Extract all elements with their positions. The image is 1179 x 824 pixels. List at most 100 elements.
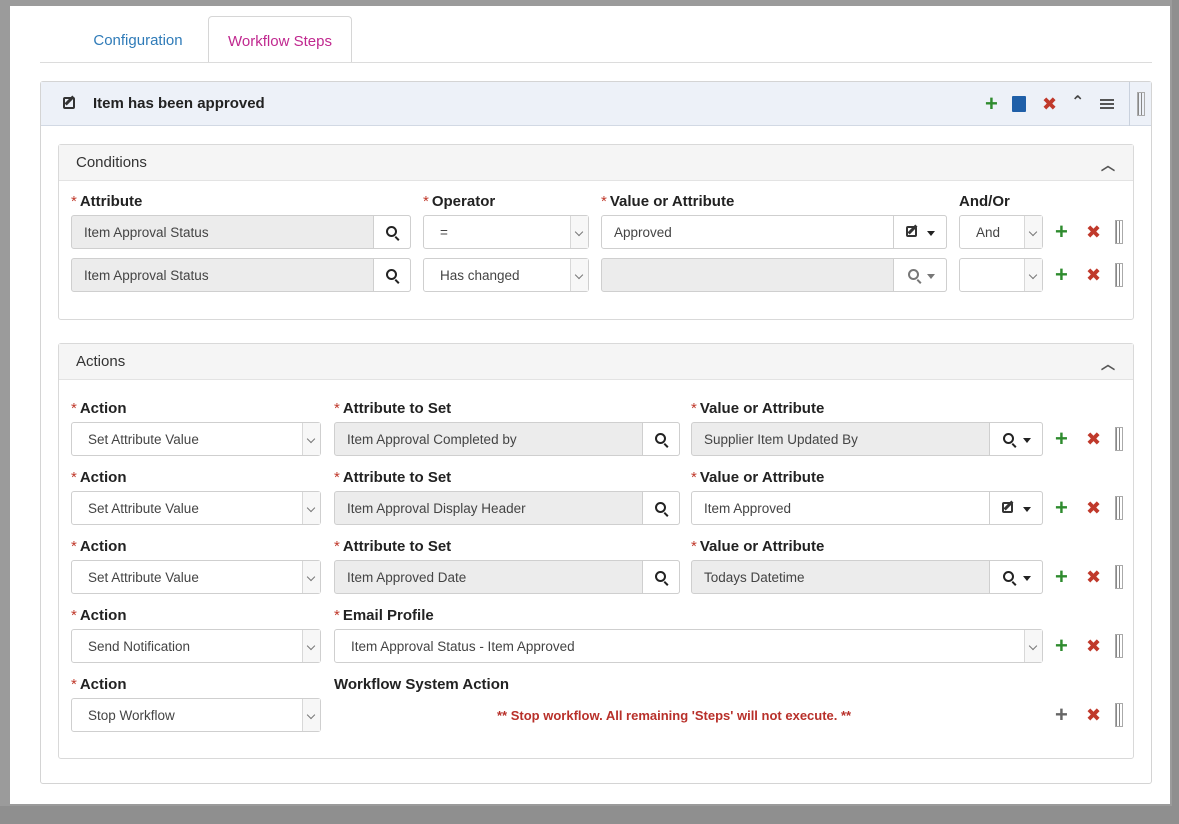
- condition-value-field[interactable]: [601, 258, 947, 292]
- drag-handle-icon[interactable]: [1115, 634, 1123, 658]
- search-icon: [386, 226, 397, 237]
- stop-workflow-message: ** Stop workflow. All remaining 'Steps' …: [497, 708, 852, 723]
- operator-label: * Operator: [423, 193, 496, 210]
- caret-down-icon: [1023, 507, 1031, 512]
- add-action-plus-icon[interactable]: +: [1055, 635, 1068, 657]
- and-or-select[interactable]: And: [959, 215, 1043, 249]
- search-icon: [386, 269, 397, 280]
- attribute-search-button[interactable]: [642, 491, 680, 525]
- edit-icon[interactable]: [63, 97, 75, 109]
- drag-handle-icon[interactable]: [1115, 565, 1123, 589]
- action-value-field[interactable]: Item Approved: [691, 491, 1043, 525]
- action-label: * Action: [71, 676, 127, 693]
- window-frame: Configuration Workflow Steps Item has be…: [0, 0, 1172, 806]
- drag-handle-icon[interactable]: [1115, 703, 1123, 727]
- edit-icon: [906, 226, 917, 237]
- action-select[interactable]: Stop Workflow: [71, 698, 321, 732]
- remove-action-close-icon[interactable]: ✖: [1086, 429, 1101, 449]
- and-or-select[interactable]: [959, 258, 1043, 292]
- condition-attribute-field[interactable]: Item Approval Status: [71, 258, 411, 292]
- attribute-to-set-label: * Attribute to Set: [334, 400, 452, 417]
- drag-handle-icon[interactable]: [1115, 220, 1123, 244]
- caret-down-icon: [927, 274, 935, 279]
- add-condition-plus-icon[interactable]: +: [1055, 264, 1068, 286]
- remove-action-close-icon[interactable]: ✖: [1086, 636, 1101, 656]
- step-title: Item has been approved: [93, 95, 265, 112]
- value-mode-button[interactable]: [989, 491, 1043, 525]
- drag-handle-icon[interactable]: [1115, 427, 1123, 451]
- action-value-field[interactable]: Supplier Item Updated By: [691, 422, 1043, 456]
- operator-select[interactable]: =: [423, 215, 589, 249]
- attribute-search-button[interactable]: [642, 422, 680, 456]
- action-label: * Action: [71, 400, 127, 417]
- action-value-field[interactable]: Todays Datetime: [691, 560, 1043, 594]
- conditions-header: Conditions ︿: [59, 145, 1133, 181]
- attribute-search-button[interactable]: [642, 560, 680, 594]
- value-or-attribute-label: * Value or Attribute: [601, 193, 735, 210]
- chevron-down-icon: [302, 630, 320, 662]
- chevron-down-icon: [570, 216, 588, 248]
- drag-handle-icon[interactable]: [1115, 496, 1123, 520]
- caret-down-icon: [927, 231, 935, 236]
- search-icon: [908, 269, 919, 280]
- remove-action-close-icon[interactable]: ✖: [1086, 498, 1101, 518]
- delete-step-close-icon[interactable]: ✖: [1042, 94, 1057, 114]
- chevron-down-icon: [570, 259, 588, 291]
- condition-attribute-field[interactable]: Item Approval Status: [71, 215, 411, 249]
- copy-icon[interactable]: [1012, 96, 1026, 112]
- value-mode-button[interactable]: [893, 258, 947, 292]
- workflow-system-action-label: Workflow System Action: [334, 676, 510, 693]
- remove-action-close-icon[interactable]: ✖: [1086, 567, 1101, 587]
- drag-handle-icon[interactable]: [1115, 263, 1123, 287]
- attribute-to-set-label: * Attribute to Set: [334, 469, 452, 486]
- action-label: * Action: [71, 538, 127, 555]
- menu-icon[interactable]: [1100, 99, 1114, 109]
- operator-select[interactable]: Has changed: [423, 258, 589, 292]
- add-action-plus-icon[interactable]: +: [1055, 704, 1068, 726]
- attribute-to-set-field[interactable]: Item Approval Completed by: [334, 422, 680, 456]
- add-condition-plus-icon[interactable]: +: [1055, 221, 1068, 243]
- tab-configuration[interactable]: Configuration: [68, 16, 208, 63]
- add-action-plus-icon[interactable]: +: [1055, 566, 1068, 588]
- collapse-conditions-chevron-up-icon[interactable]: ︿: [1101, 155, 1115, 175]
- action-select[interactable]: Set Attribute Value: [71, 560, 321, 594]
- step-header: Item has been approved + ✖ ⌃: [41, 82, 1151, 126]
- value-mode-button[interactable]: [893, 215, 947, 249]
- remove-condition-close-icon[interactable]: ✖: [1086, 265, 1101, 285]
- edit-icon: [1002, 502, 1013, 513]
- value-or-attribute-label: * Value or Attribute: [691, 400, 825, 417]
- chevron-down-icon: [302, 699, 320, 731]
- email-profile-select[interactable]: Item Approval Status - Item Approved: [334, 629, 1043, 663]
- chevron-down-icon: [302, 492, 320, 524]
- attribute-search-button[interactable]: [373, 258, 411, 292]
- remove-action-close-icon[interactable]: ✖: [1086, 705, 1101, 725]
- attribute-to-set-field[interactable]: Item Approved Date: [334, 560, 680, 594]
- collapse-actions-chevron-up-icon[interactable]: ︿: [1101, 354, 1115, 374]
- tab-workflow-steps[interactable]: Workflow Steps: [208, 16, 352, 63]
- chevron-down-icon: [1024, 216, 1042, 248]
- add-action-plus-icon[interactable]: +: [1055, 497, 1068, 519]
- collapse-chevron-up-icon[interactable]: ⌃: [1071, 92, 1084, 112]
- value-mode-button[interactable]: [989, 560, 1043, 594]
- chevron-down-icon: [1024, 630, 1042, 662]
- actions-section: Actions ︿ * Action * Attribute to Set * Val…: [58, 343, 1134, 759]
- search-icon: [655, 433, 666, 444]
- value-mode-button[interactable]: [989, 422, 1043, 456]
- attribute-search-button[interactable]: [373, 215, 411, 249]
- attribute-to-set-field[interactable]: Item Approval Display Header: [334, 491, 680, 525]
- chevron-down-icon: [302, 423, 320, 455]
- search-icon: [1003, 433, 1014, 444]
- attribute-to-set-label: * Attribute to Set: [334, 538, 452, 555]
- chevron-down-icon: [302, 561, 320, 593]
- action-select[interactable]: Send Notification: [71, 629, 321, 663]
- add-step-plus-icon[interactable]: +: [985, 93, 998, 115]
- remove-condition-close-icon[interactable]: ✖: [1086, 222, 1101, 242]
- step-drag-handle-icon[interactable]: [1137, 92, 1145, 116]
- action-select[interactable]: Set Attribute Value: [71, 422, 321, 456]
- search-icon: [1003, 571, 1014, 582]
- search-icon: [655, 502, 666, 513]
- condition-value-field[interactable]: Approved: [601, 215, 947, 249]
- value-or-attribute-label: * Value or Attribute: [691, 538, 825, 555]
- add-action-plus-icon[interactable]: +: [1055, 428, 1068, 450]
- action-select[interactable]: Set Attribute Value: [71, 491, 321, 525]
